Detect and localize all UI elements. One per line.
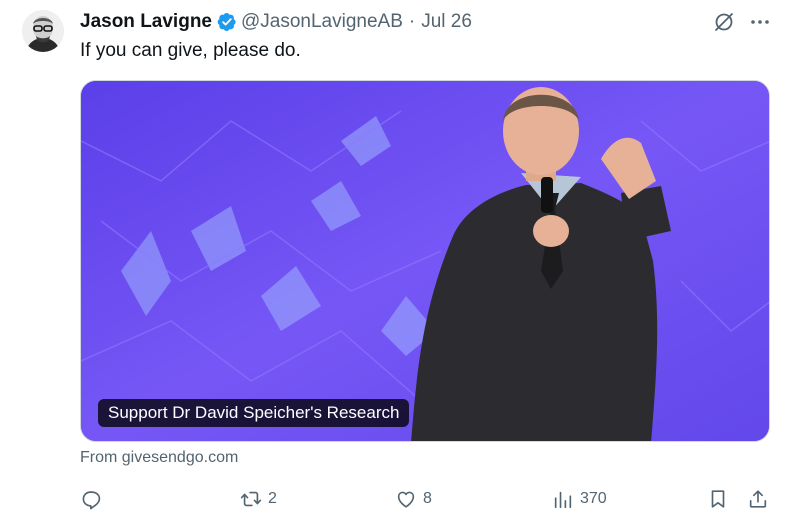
action-bar: 2 8 370 [80,484,770,514]
tweet-text: If you can give, please do. [80,40,301,61]
media-caption: Support Dr David Speicher's Research [98,399,410,427]
like-icon [397,491,415,508]
tweet-date[interactable]: Jul 26 [421,11,472,33]
like-button[interactable]: 8 [395,484,432,514]
video-thumbnail [81,81,769,441]
share-button[interactable] [747,484,769,514]
bookmark-button[interactable] [707,484,729,514]
bookmark-icon [711,490,725,508]
author-handle[interactable]: @JasonLavigneAB [241,11,403,33]
tweet-header: Jason Lavigne @JasonLavigneAB · Jul 26 [80,9,472,35]
retweet-button[interactable]: 2 [240,484,277,514]
author-name[interactable]: Jason Lavigne [80,11,212,33]
retweet-icon [240,491,262,507]
views-button[interactable]: 370 [552,484,607,514]
retweet-count: 2 [268,490,277,507]
avatar-image [22,10,64,52]
like-count: 8 [423,490,432,507]
share-icon [749,490,767,508]
media-card[interactable]: Support Dr David Speicher's Research [80,80,770,442]
grok-icon[interactable] [712,10,736,34]
link-source[interactable]: From givesendgo.com [80,449,238,467]
more-icon[interactable] [748,10,772,34]
avatar[interactable] [22,10,64,52]
views-icon [554,491,572,509]
reply-icon [82,491,101,510]
reply-button[interactable] [80,484,108,514]
verified-badge-icon [217,13,236,31]
view-count: 370 [580,490,607,507]
separator-dot: · [408,11,416,32]
